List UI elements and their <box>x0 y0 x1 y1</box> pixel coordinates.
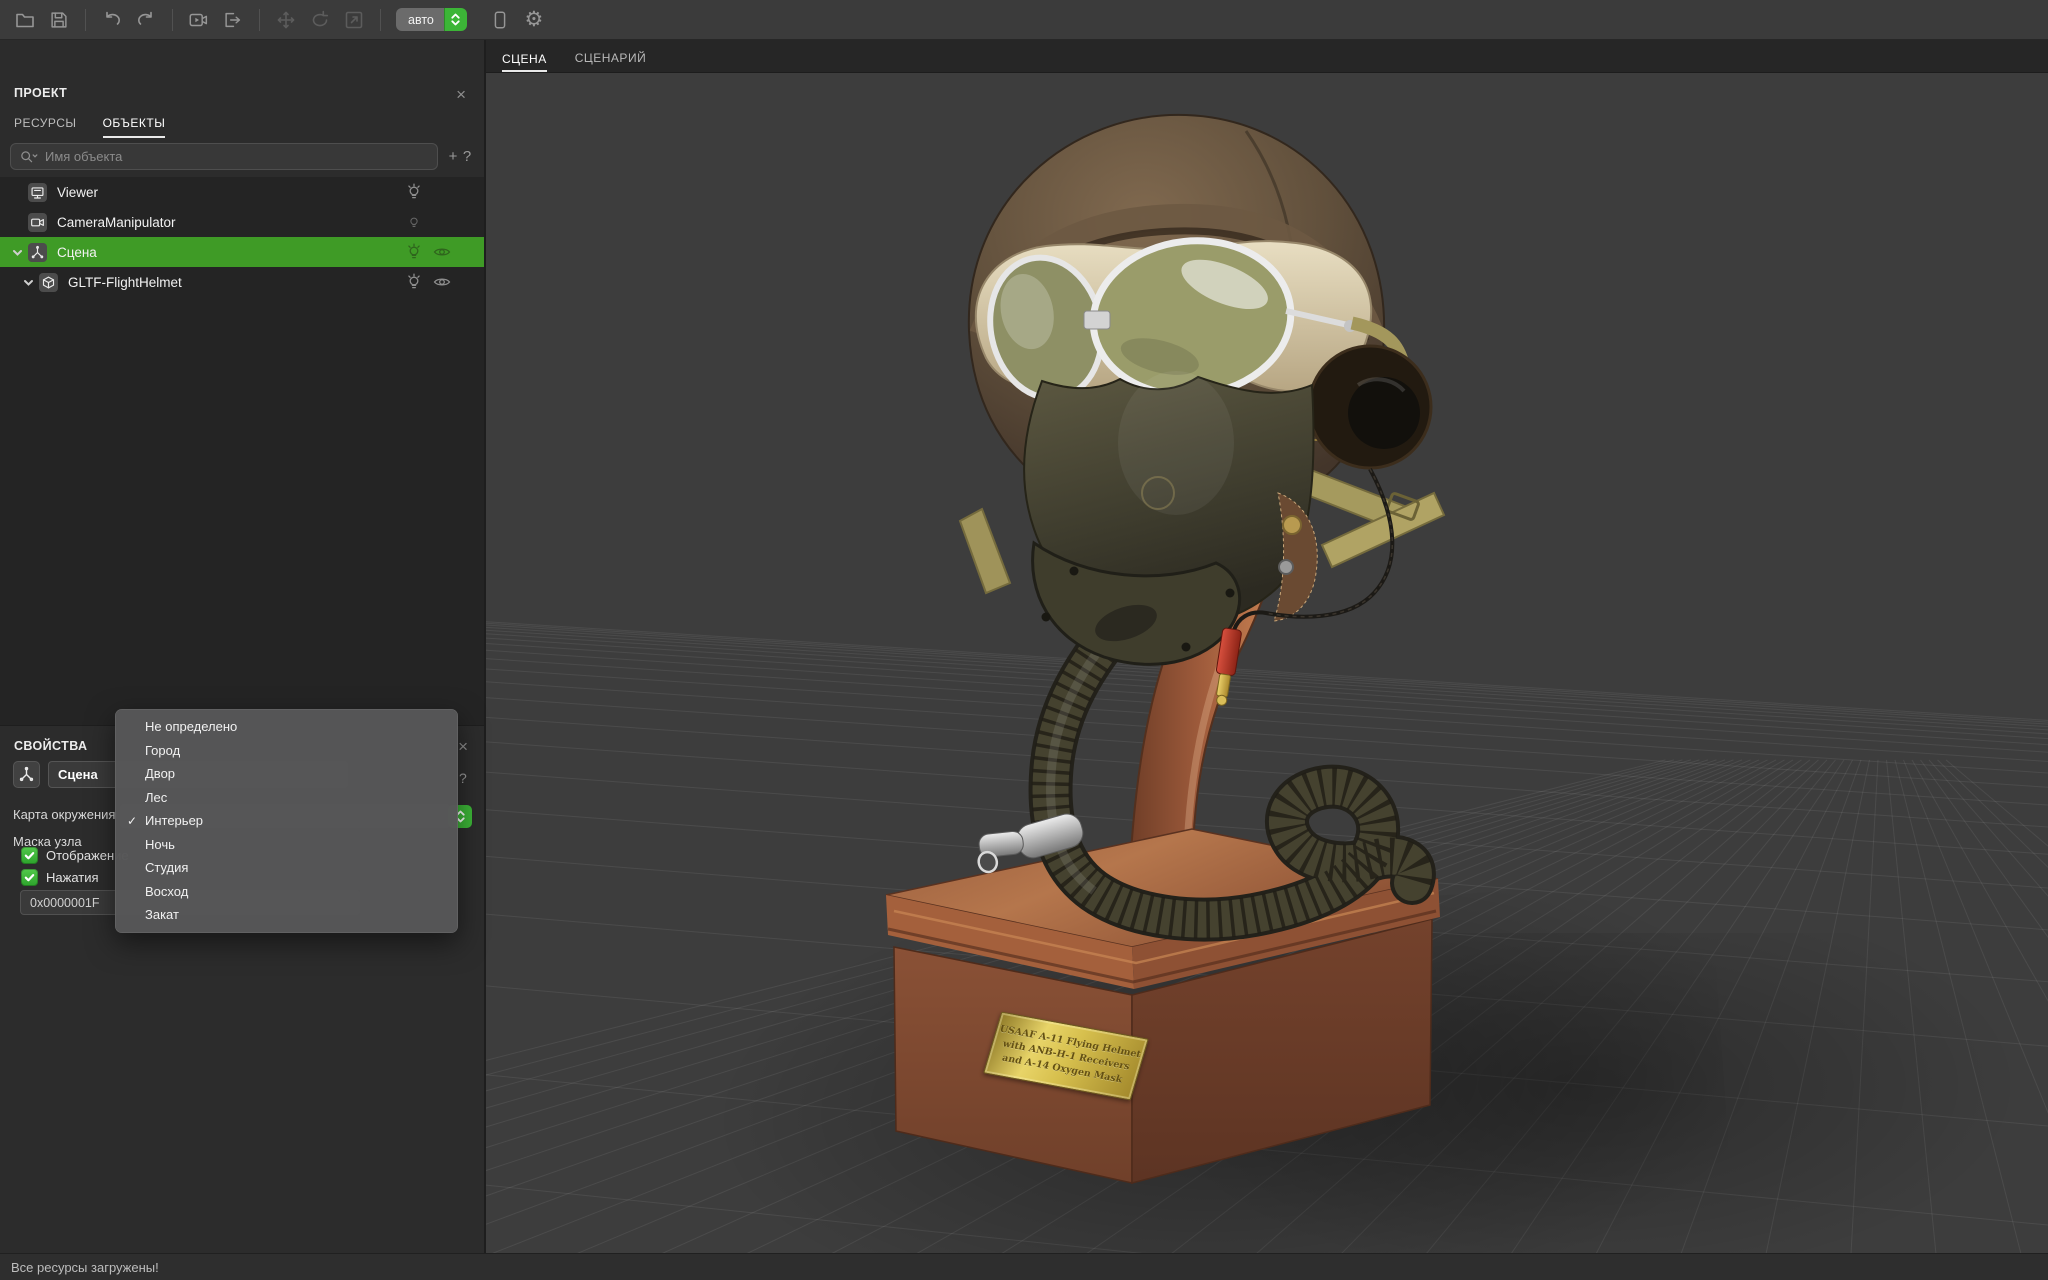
env-map-label: Карта окружения <box>13 807 115 822</box>
oxygen-mask <box>1024 371 1317 664</box>
chevron-down-icon[interactable] <box>6 246 28 259</box>
left-sidebar: ПРОЕКТ × РЕСУРСЫ ОБЪЕКТЫ + ? Viewer Camer… <box>0 40 486 1253</box>
menu-item-label: Студия <box>145 860 188 875</box>
menu-item[interactable]: Двор <box>115 762 458 786</box>
add-object-button[interactable]: + <box>446 148 460 165</box>
camera-icon <box>28 213 47 232</box>
menu-item[interactable]: Ночь <box>115 833 458 857</box>
flight-helmet-model <box>486 73 2048 1253</box>
help-button[interactable]: ? <box>460 148 474 165</box>
env-map-menu: Не определено Город Двор Лес ✓ Интерьер Ночь Ст… <box>115 709 458 933</box>
status-bar: Все ресурсы загружены! <box>0 1253 2048 1280</box>
checkbox-row-display[interactable]: Отображение <box>21 847 129 864</box>
menu-item[interactable]: Лес <box>115 786 458 810</box>
status-message: Все ресурсы загружены! <box>11 1260 159 1275</box>
object-search[interactable] <box>10 143 438 170</box>
viewport-tabbar: СЦЕНА СЦЕНАРИЙ <box>486 40 2048 73</box>
viewer-icon <box>28 183 47 202</box>
tree-item-label: Viewer <box>57 185 400 200</box>
properties-help-button[interactable]: ? <box>459 770 467 786</box>
save-icon[interactable] <box>42 5 76 35</box>
auto-mode-label: авто <box>396 8 444 31</box>
tree-item-label: GLTF-FlightHelmet <box>68 275 400 290</box>
menu-item-label: Ночь <box>145 837 175 852</box>
menu-item[interactable]: Восход <box>115 880 458 904</box>
menu-item-label: Город <box>145 743 180 758</box>
redo-icon[interactable] <box>129 5 163 35</box>
light-bulb-icon[interactable] <box>400 243 428 261</box>
tab-scene[interactable]: СЦЕНА <box>502 52 547 73</box>
eye-icon[interactable] <box>428 243 456 261</box>
light-bulb-icon[interactable] <box>400 215 428 229</box>
device-icon[interactable] <box>483 5 517 35</box>
menu-item[interactable]: Студия <box>115 856 458 880</box>
cube-icon <box>39 273 58 292</box>
menu-item[interactable]: Город <box>115 739 458 763</box>
search-input[interactable] <box>45 149 429 164</box>
toolbar: авто ⚙ <box>0 0 2048 40</box>
tab-objects[interactable]: ОБЪЕКТЫ <box>103 116 166 138</box>
export-icon[interactable] <box>216 5 250 35</box>
viewport: СЦЕНА СЦЕНАРИЙ <box>486 40 2048 1253</box>
tab-resources[interactable]: РЕСУРСЫ <box>14 116 77 138</box>
menu-item-label: Закат <box>145 907 179 922</box>
menu-item-label: Интерьер <box>145 813 203 828</box>
earpiece <box>1309 346 1431 468</box>
properties-panel-title: СВОЙСТВА <box>14 739 87 753</box>
auto-mode-select[interactable]: авто <box>396 8 467 31</box>
folder-icon[interactable] <box>8 5 42 35</box>
close-icon[interactable]: × <box>458 738 468 755</box>
project-panel: ПРОЕКТ × РЕСУРСЫ ОБЪЕКТЫ + ? Viewer Camer… <box>0 40 484 725</box>
checkbox-checked-icon[interactable] <box>21 869 38 886</box>
search-icon <box>19 148 39 166</box>
tab-scenario[interactable]: СЦЕНАРИЙ <box>575 51 646 72</box>
tree-item-label: CameraManipulator <box>57 215 400 230</box>
eye-icon[interactable] <box>428 273 456 291</box>
close-icon[interactable]: × <box>456 86 466 103</box>
project-panel-title: ПРОЕКТ <box>14 86 67 100</box>
scale-tool-icon[interactable] <box>337 5 371 35</box>
light-bulb-icon[interactable] <box>400 273 428 291</box>
auto-stepper-icon[interactable] <box>444 8 467 31</box>
tree-row[interactable]: Viewer <box>0 177 484 207</box>
tree-row[interactable]: CameraManipulator <box>0 207 484 237</box>
viewport-canvas[interactable]: USAAF A-11 Flying Helmet with ANB-H-1 Re… <box>486 73 2048 1253</box>
chevron-down-icon[interactable] <box>17 276 39 289</box>
menu-item-label: Не определено <box>145 719 237 734</box>
menu-item[interactable]: Закат <box>115 903 458 927</box>
checkmark-icon: ✓ <box>123 814 141 828</box>
menu-item-label: Двор <box>145 766 175 781</box>
project-tabs: РЕСУРСЫ ОБЪЕКТЫ <box>14 116 165 138</box>
rotate-tool-icon[interactable] <box>303 5 337 35</box>
tree-row[interactable]: GLTF-FlightHelmet <box>0 267 484 297</box>
checkbox-checked-icon[interactable] <box>21 847 38 864</box>
light-bulb-icon[interactable] <box>400 183 428 201</box>
scene-icon <box>28 243 47 262</box>
menu-item[interactable]: Не определено <box>115 715 458 739</box>
menu-item-label: Лес <box>145 790 167 805</box>
menu-item[interactable]: ✓ Интерьер <box>115 809 458 833</box>
tree-row[interactable]: Сцена <box>0 237 484 267</box>
app-window: авто ⚙ ПРОЕКТ × РЕСУРСЫ ОБЪЕКТЫ <box>0 0 2048 1280</box>
checkbox-row-clicks[interactable]: Нажатия <box>21 869 99 886</box>
scene-object-icon <box>13 761 40 788</box>
play-camera-icon[interactable] <box>182 5 216 35</box>
checkbox-label: Нажатия <box>46 870 99 885</box>
move-tool-icon[interactable] <box>269 5 303 35</box>
tree-item-label: Сцена <box>57 245 400 260</box>
settings-gear-icon[interactable]: ⚙ <box>517 5 551 35</box>
menu-item-label: Восход <box>145 884 188 899</box>
undo-icon[interactable] <box>95 5 129 35</box>
object-tree: Viewer CameraManipulator Сцена GLTF-FlightH… <box>0 177 484 725</box>
